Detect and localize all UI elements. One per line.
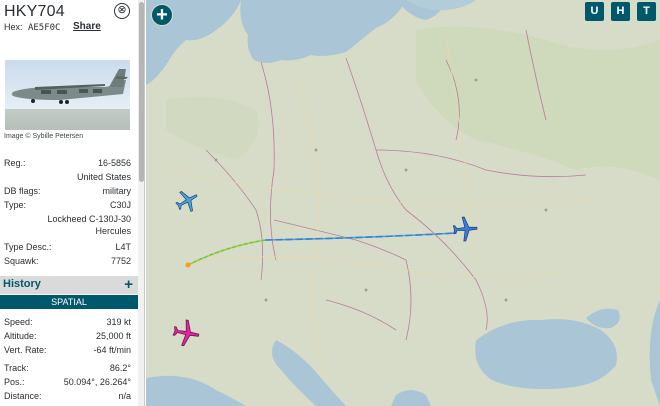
spatial-row-distance: Distance: n/a bbox=[4, 391, 131, 403]
detail-value-line2: Hercules bbox=[95, 226, 131, 236]
spatial-section-header: SPATIAL bbox=[0, 295, 138, 309]
spatial-key: Vert. Rate: bbox=[4, 345, 47, 355]
spatial-value: n/a bbox=[118, 391, 131, 401]
detail-row-model: Lockheed C-130J-30 Hercules bbox=[4, 214, 131, 238]
detail-key: Squawk: bbox=[4, 256, 39, 266]
spatial-key: Altitude: bbox=[4, 331, 37, 341]
hex-label: Hex: bbox=[4, 22, 23, 32]
detail-key: Reg.: bbox=[4, 158, 26, 168]
detail-value: military bbox=[102, 186, 132, 196]
detail-value: United States bbox=[76, 172, 131, 182]
aircraft-icon-blue[interactable] bbox=[174, 188, 200, 214]
close-icon[interactable]: ⊗ bbox=[114, 3, 130, 19]
detail-key: DB flags: bbox=[4, 186, 41, 196]
spatial-key: Pos.: bbox=[4, 377, 25, 387]
detail-row-dbflags: DB flags: military bbox=[4, 186, 131, 198]
spatial-value: 319 kt bbox=[106, 317, 131, 327]
detail-value: 16-5856 bbox=[97, 158, 131, 168]
spatial-value: 25,000 ft bbox=[95, 331, 131, 341]
aircraft-info-panel: HKY704 ⊗ Hex: AE5F0C Share Image © Sybil… bbox=[0, 0, 145, 406]
toggle-h-button[interactable]: H bbox=[611, 2, 630, 21]
detail-row-type: Type: C30J bbox=[4, 200, 131, 212]
detail-key: Type: bbox=[4, 200, 27, 210]
zoom-in-button[interactable]: + bbox=[151, 4, 173, 26]
spatial-row-speed: Speed: 319 kt bbox=[4, 317, 131, 329]
spatial-value: 50.094°, 26.264° bbox=[63, 377, 131, 387]
history-section-header[interactable]: History + bbox=[0, 276, 138, 294]
spatial-row-altitude: Altitude: 25,000 ft bbox=[4, 331, 131, 343]
toggle-u-button[interactable]: U bbox=[585, 2, 604, 21]
sidebar-scrollbar[interactable] bbox=[138, 0, 144, 406]
history-title: History bbox=[3, 278, 41, 290]
map-base-layer bbox=[146, 0, 660, 406]
hex-row: Hex: AE5F0C bbox=[4, 22, 60, 33]
detail-row-squawk: Squawk: 7752 bbox=[4, 256, 131, 268]
spatial-key: Speed: bbox=[4, 317, 33, 327]
detail-value: L4T bbox=[115, 242, 131, 252]
aircraft-photo[interactable] bbox=[5, 60, 130, 130]
spatial-row-position: Pos.: 50.094°, 26.264° bbox=[4, 377, 131, 389]
info-scroll-area[interactable]: HKY704 ⊗ Hex: AE5F0C Share Image © Sybil… bbox=[0, 0, 138, 406]
spatial-key: Distance: bbox=[4, 391, 42, 401]
detail-row-country: United States bbox=[4, 172, 131, 184]
spatial-row-track: Track: 86.2° bbox=[4, 363, 131, 375]
history-expand-button[interactable]: + bbox=[124, 276, 133, 293]
aircraft-icon-pink[interactable] bbox=[171, 318, 201, 348]
detail-value: Lockheed C-130J-30 bbox=[47, 214, 131, 224]
selected-aircraft-icon[interactable] bbox=[451, 215, 479, 243]
hex-value: AE5F0C bbox=[27, 23, 61, 33]
spatial-key: Track: bbox=[4, 363, 29, 373]
callsign: HKY704 bbox=[4, 3, 65, 20]
detail-key: Type Desc.: bbox=[4, 242, 52, 252]
detail-row-reg: Reg.: 16-5856 bbox=[4, 158, 131, 170]
toggle-t-button[interactable]: T bbox=[637, 2, 656, 21]
photo-credit: Image © Sybille Petersen bbox=[4, 133, 84, 140]
spatial-row-vertrate: Vert. Rate: -64 ft/min bbox=[4, 345, 131, 357]
detail-value: 7752 bbox=[110, 256, 131, 266]
detail-row-typedesc: Type Desc.: L4T bbox=[4, 242, 131, 254]
spatial-value: -64 ft/min bbox=[93, 345, 131, 355]
scrollbar-thumb[interactable] bbox=[139, 2, 144, 182]
map-view[interactable]: + U H T bbox=[146, 0, 660, 406]
share-link[interactable]: Share bbox=[73, 21, 101, 32]
detail-value: C30J bbox=[109, 200, 131, 210]
spatial-value: 86.2° bbox=[109, 363, 131, 373]
